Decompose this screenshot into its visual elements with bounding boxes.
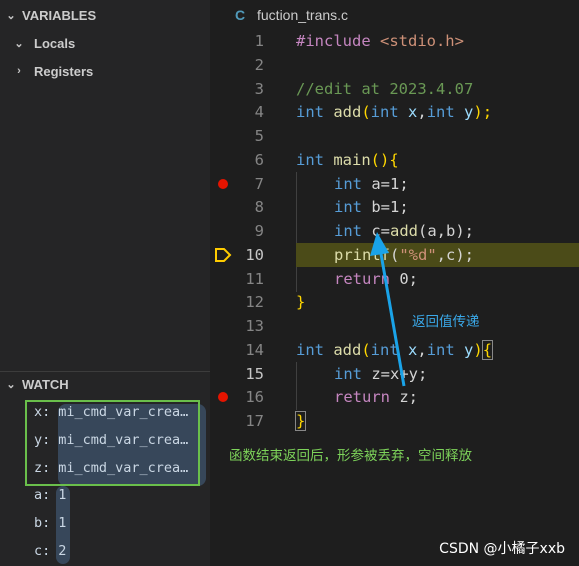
arrow-shaft <box>378 247 406 387</box>
annotation-arrow <box>370 232 406 387</box>
return-value-note: 返回值传递 <box>412 314 480 330</box>
watermark: CSDN @小橘子xxb <box>439 541 565 557</box>
arrow-head <box>370 232 389 256</box>
cleanup-note: 函数结束返回后，形参被丢弃，空间释放 <box>229 448 472 464</box>
